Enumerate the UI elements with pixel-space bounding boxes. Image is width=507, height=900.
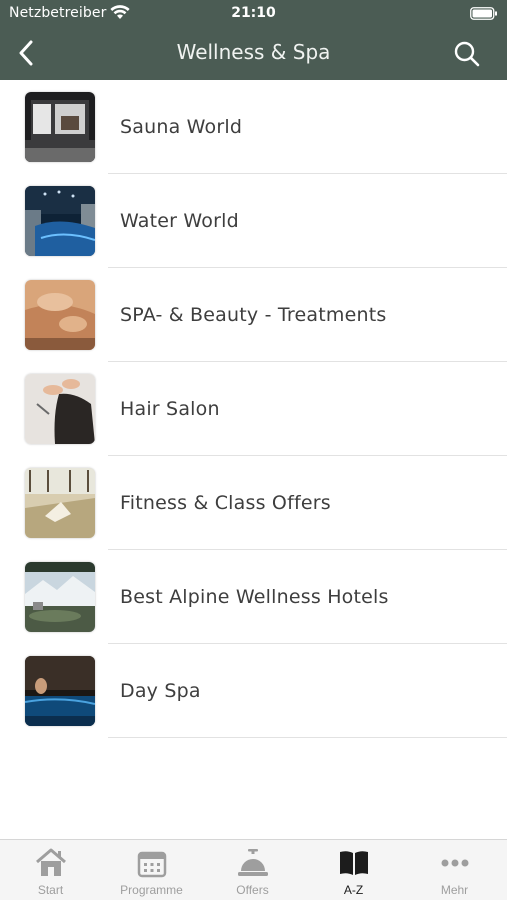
tab-label: Start	[37, 883, 64, 897]
list-item[interactable]: Sauna World	[0, 80, 507, 174]
status-time: 21:10	[231, 5, 276, 21]
battery-icon	[470, 7, 498, 24]
list-item[interactable]: Fitness & Class Offers	[0, 456, 507, 550]
yoga-thumbnail	[25, 468, 95, 538]
tab-offers[interactable]: Offers	[202, 840, 303, 900]
service-bell-icon	[202, 848, 303, 878]
calendar-icon	[101, 848, 202, 878]
list-item-label: SPA- & Beauty - Treatments	[120, 304, 387, 326]
list-item[interactable]: Water World	[0, 174, 507, 268]
list-item-label: Water World	[120, 210, 239, 232]
list-item[interactable]: Best Alpine Wellness Hotels	[0, 550, 507, 644]
search-button[interactable]	[451, 38, 483, 70]
status-bar: Netzbetreiber 21:10	[0, 0, 507, 28]
search-icon	[454, 41, 480, 67]
open-book-icon	[303, 848, 404, 878]
list-item-label: Sauna World	[120, 116, 243, 138]
page-title: Wellness & Spa	[176, 40, 331, 64]
navigation-bar: Wellness & Spa	[0, 28, 507, 80]
list-item-label: Hair Salon	[120, 398, 220, 420]
tab-label: Mehr	[440, 883, 469, 897]
tab-programme[interactable]: Programme	[101, 840, 202, 900]
tab-label: A-Z	[343, 883, 364, 897]
list-item[interactable]: Day Spa	[0, 644, 507, 738]
tab-start[interactable]: Start	[0, 840, 101, 900]
list-item-label: Fitness & Class Offers	[120, 492, 331, 514]
wellness-list: Sauna World Water World SPA- & Beauty - …	[0, 80, 507, 738]
tab-label: Offers	[236, 883, 269, 897]
sauna-thumbnail	[25, 92, 95, 162]
pool-thumbnail	[25, 186, 95, 256]
alpine-hotel-thumbnail	[25, 562, 95, 632]
tab-bar: Start Programme Offers A-Z Mehr	[0, 839, 507, 900]
list-item-label: Day Spa	[120, 680, 201, 702]
more-dots-icon	[404, 848, 505, 878]
list-item[interactable]: SPA- & Beauty - Treatments	[0, 268, 507, 362]
header: Netzbetreiber 21:10 Wellness & Spa	[0, 0, 507, 80]
tab-a-z[interactable]: A-Z	[303, 840, 404, 900]
massage-thumbnail	[25, 280, 95, 350]
divider	[108, 737, 507, 738]
hair-salon-thumbnail	[25, 374, 95, 444]
tab-label: Programme	[120, 883, 183, 897]
list-item-label: Best Alpine Wellness Hotels	[120, 586, 389, 608]
list-item[interactable]: Hair Salon	[0, 362, 507, 456]
day-spa-thumbnail	[25, 656, 95, 726]
house-icon	[0, 848, 101, 878]
tab-mehr[interactable]: Mehr	[404, 840, 505, 900]
